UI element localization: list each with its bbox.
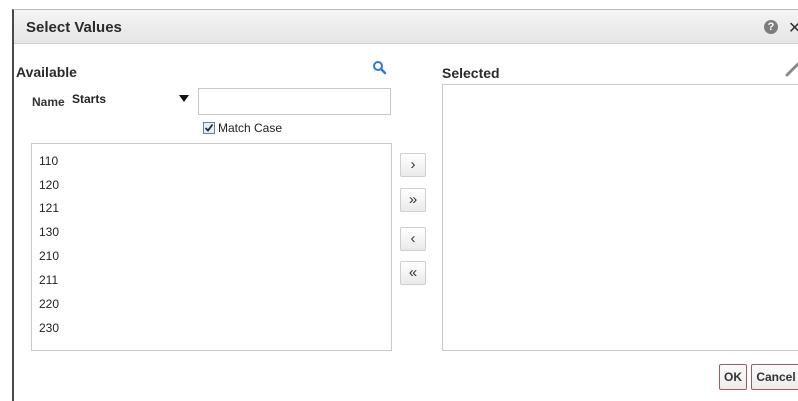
list-item[interactable]: 121	[39, 201, 59, 215]
dialog-titlebar: Select Values ? ✕	[14, 10, 798, 44]
remove-button[interactable]: ‹	[400, 227, 426, 251]
move-button[interactable]: ›	[400, 153, 426, 177]
available-heading: Available	[16, 64, 77, 80]
operator-select-value: Starts	[72, 92, 107, 106]
selected-values-list[interactable]	[442, 84, 798, 351]
close-icon[interactable]: ✕	[788, 18, 798, 38]
list-item[interactable]: 220	[39, 297, 59, 311]
list-item[interactable]: 110	[39, 154, 58, 168]
search-text-input[interactable]	[198, 88, 391, 115]
match-case-option[interactable]: Match Case	[203, 121, 282, 135]
remove-all-button[interactable]: «	[400, 261, 426, 285]
pencil-icon[interactable]	[784, 60, 798, 78]
dialog-title: Select Values	[26, 19, 122, 36]
available-values-list[interactable]: 110 120 121 130 210 211 220 230	[31, 143, 392, 351]
list-item[interactable]: 230	[39, 321, 59, 335]
search-icon[interactable]	[372, 60, 388, 76]
list-item[interactable]: 210	[39, 249, 59, 263]
select-values-dialog: Select Values ? ✕ Available Selected Nam…	[12, 9, 798, 401]
list-item[interactable]: 130	[39, 225, 59, 239]
selected-heading: Selected	[442, 65, 500, 81]
chevron-down-icon	[179, 95, 189, 102]
operator-select[interactable]: Starts	[67, 88, 197, 113]
match-case-label: Match Case	[218, 121, 283, 135]
list-item[interactable]: 120	[39, 178, 59, 192]
cancel-button[interactable]: Cancel	[751, 364, 798, 390]
help-icon[interactable]: ?	[764, 20, 778, 34]
name-filter-label: Name	[32, 95, 65, 109]
list-item[interactable]: 211	[39, 273, 58, 287]
ok-button[interactable]: OK	[719, 364, 747, 390]
match-case-checkbox[interactable]	[203, 122, 215, 134]
move-all-button[interactable]: »	[400, 188, 426, 212]
